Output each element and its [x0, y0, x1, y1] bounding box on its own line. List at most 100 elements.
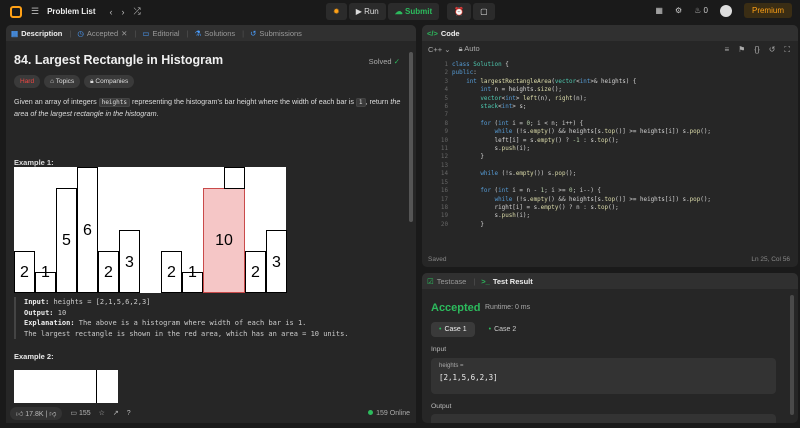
description-footer: 👍︎ 17.8K | 👎︎ ▭ 155 ☆ ↗ ? 159 Online — [6, 403, 416, 423]
premium-button[interactable]: Premium — [743, 3, 792, 18]
editor-icons: ≡ ⚑ {} ↺ ⛶ — [725, 45, 791, 55]
user-controls: ▦ ⚙ ♨ 0 Premium — [655, 3, 792, 18]
case-1-tab[interactable]: Case 1 — [431, 322, 475, 337]
tab-description[interactable]: ▤ Description — [11, 29, 62, 38]
problem-list-link[interactable]: Problem List — [47, 7, 95, 16]
histogram-bar: 2 — [14, 251, 35, 293]
tab-solutions[interactable]: ⚗ Solutions — [195, 29, 236, 38]
case-tabs: Case 1 Case 2 — [431, 322, 524, 337]
debug-button[interactable]: ✹ — [326, 3, 347, 20]
histogram-bar: 6 — [77, 167, 98, 293]
clock-icon: ◷ — [77, 28, 84, 38]
histogram-bar: 1 — [182, 264, 203, 293]
submit-button[interactable]: ☁ Submit — [387, 3, 440, 20]
reset-icon[interactable]: ↺ — [769, 45, 776, 55]
difficulty-badge: Hard — [14, 75, 41, 88]
output-box — [431, 414, 776, 423]
like-button[interactable]: 👍︎ 17.8K | 👎︎ — [10, 406, 63, 420]
case-2-tab[interactable]: Case 2 — [481, 322, 525, 337]
test-result-panel: ☑ Testcase | >_ Test Result Accepted Runti… — [422, 273, 798, 423]
result-scrollbar[interactable] — [790, 295, 794, 415]
book-icon: ▭ — [142, 28, 150, 38]
histogram-image: 2 1 5 6 2 3 2 1 10 2 3 — [14, 167, 287, 293]
run-button[interactable]: ▶ Run — [348, 3, 386, 20]
avatar[interactable] — [719, 4, 732, 17]
code-tabs: </> Code — [422, 25, 798, 41]
language-select[interactable]: C++ ⌄ — [428, 45, 451, 54]
line-numbers: 1 2 3 4 5 6 7 8 9 10 11 12 13 14 15 16 17 18 19 20 — [440, 62, 448, 228]
tab-testcase[interactable]: ☑ Testcase — [427, 277, 466, 286]
tab-editorial[interactable]: ▭ Editorial — [142, 29, 179, 38]
tab-code[interactable]: </> Code — [427, 29, 460, 38]
histogram-bar: 2 — [245, 251, 266, 293]
tab-submissions[interactable]: ↺ Submissions — [250, 29, 302, 38]
bookmark-icon[interactable]: ⚑ — [738, 45, 745, 55]
code-icon: </> — [427, 28, 438, 38]
problem-statement: Given an array of integers heights repre… — [14, 97, 401, 118]
comments-button[interactable]: ▭ 155 — [70, 409, 90, 417]
solved-status: Solved ✓ — [368, 57, 400, 66]
result-tabs: ☑ Testcase | >_ Test Result — [422, 273, 798, 289]
histogram-bar: 2 — [98, 251, 119, 293]
expand-icon[interactable]: ⛶ — [784, 45, 790, 55]
timer-button[interactable]: ⏰ — [447, 3, 472, 20]
problem-badges: Hard ⌂ Topics 🔒︎ Companies — [14, 75, 408, 88]
comment-icon: ▭ — [70, 410, 79, 417]
code-editor[interactable]: 1 2 3 4 5 6 7 8 9 10 11 12 13 14 15 16 17 18 19 20 class So… — [422, 61, 798, 267]
histogram-bar-outline — [224, 167, 245, 189]
checkbox-icon: ☑ — [427, 276, 434, 286]
runtime-text: Runtime: 0 ms — [485, 304, 531, 311]
largest-rectangle-area: 10 — [203, 188, 245, 293]
companies-button[interactable]: 🔒︎ Companies — [84, 75, 135, 88]
page-title[interactable]: 84. Largest Rectangle in Histogram — [14, 54, 408, 67]
topics-button[interactable]: ⌂ Topics — [44, 75, 81, 88]
cursor-position: Ln 25, Col 56 — [751, 256, 790, 263]
source-code: class Solution { public: int largestRect… — [452, 62, 711, 228]
description-tabs: ▤ Description | ◷ Accepted ✕ | ▭ Editorial |… — [6, 25, 416, 41]
run-controls: ✹ ▶ Run ☁ Submit ⏰ ▢ — [326, 3, 495, 20]
top-bar: ☰ Problem List ‹ › ⤮ ✹ ▶ Run ☁ Submit ⏰ … — [0, 0, 800, 23]
bug-icon: ✹ — [333, 7, 340, 16]
tab-test-result[interactable]: >_ Test Result — [481, 277, 532, 286]
param-value: [2,1,5,6,2,3] — [439, 373, 498, 382]
save-status: Saved — [428, 256, 447, 263]
histogram-bar: 3 — [119, 230, 140, 293]
help-icon[interactable]: ? — [127, 410, 131, 417]
histogram-image-2 — [14, 370, 118, 404]
streak-counter[interactable]: ♨ 0 — [694, 6, 708, 15]
play-icon: ▶ — [355, 7, 365, 16]
histogram-bar: 1 — [35, 264, 56, 293]
param-name: heights = — [439, 363, 464, 369]
note-icon: ▢ — [480, 7, 488, 16]
tab-accepted[interactable]: ◷ Accepted ✕ — [77, 29, 127, 38]
braces-icon[interactable]: {} — [754, 45, 759, 55]
thumbs-up-icon: 👍︎ — [16, 410, 26, 418]
histogram-bar: 5 — [56, 188, 77, 293]
auto-toggle[interactable]: 🔒︎ Auto — [459, 44, 480, 54]
share-icon[interactable]: ↗ — [113, 409, 119, 417]
code-panel: </> Code C++ ⌄ 🔒︎ Auto ≡ ⚑ {} ↺ ⛶ 1234567… — [422, 25, 798, 267]
close-icon[interactable]: ✕ — [121, 29, 127, 38]
format-icon[interactable]: ≡ — [725, 45, 730, 55]
output-label: Output — [431, 403, 452, 410]
leetcode-logo-icon[interactable] — [10, 5, 22, 18]
chevron-right-icon[interactable]: › — [122, 7, 125, 17]
description-scrollbar[interactable] — [409, 52, 413, 222]
list-icon[interactable]: ☰ — [31, 6, 39, 17]
shuffle-icon[interactable]: ⤮ — [134, 6, 141, 17]
chevron-left-icon[interactable]: ‹ — [110, 7, 113, 17]
alarm-icon: ⏰ — [454, 7, 465, 16]
input-label: Input — [431, 346, 447, 353]
document-icon: ▤ — [11, 28, 19, 38]
fire-icon: ♨ — [694, 6, 702, 15]
online-count: 159 Online — [368, 410, 410, 417]
notes-button[interactable]: ▢ — [473, 3, 495, 20]
gear-icon[interactable]: ⚙ — [675, 6, 682, 15]
histogram-bar: 3 — [266, 230, 287, 293]
star-icon[interactable]: ☆ — [99, 409, 105, 417]
layout-grid-icon[interactable]: ▦ — [655, 6, 663, 15]
flask-icon: ⚗ — [194, 28, 202, 38]
thumbs-down-icon[interactable]: 👎︎ — [49, 411, 56, 418]
problem-description: 84. Largest Rectangle in Histogram Hard … — [6, 41, 416, 178]
terminal-icon: >_ — [481, 276, 490, 286]
